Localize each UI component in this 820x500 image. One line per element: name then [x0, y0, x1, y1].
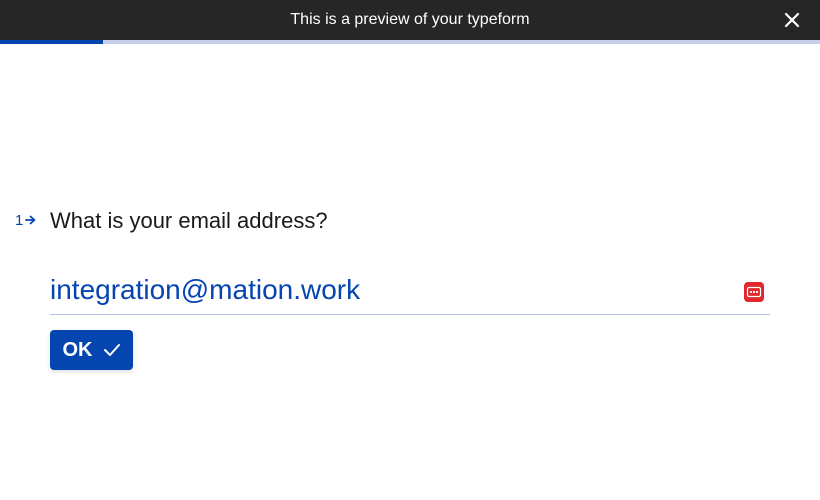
ok-button-label: OK: [62, 338, 93, 361]
arrow-right-icon: [25, 215, 36, 225]
question-number-label: 1: [15, 211, 24, 229]
progress-bar-fill: [0, 40, 103, 44]
question-text: What is your email address?: [50, 208, 328, 233]
close-icon[interactable]: [782, 10, 802, 30]
email-field-container: [50, 268, 770, 315]
preview-banner-text: This is a preview of your typeform: [290, 11, 530, 28]
ok-button[interactable]: OK: [50, 330, 133, 370]
email-field[interactable]: [50, 268, 730, 312]
progress-bar: [0, 40, 820, 44]
checkmark-icon: [103, 343, 121, 357]
preview-banner: This is a preview of your typeform: [0, 0, 820, 40]
question-number: 1: [15, 212, 50, 229]
password-manager-icon[interactable]: [744, 282, 764, 302]
question-header: 1 What is your email address?: [15, 208, 328, 234]
